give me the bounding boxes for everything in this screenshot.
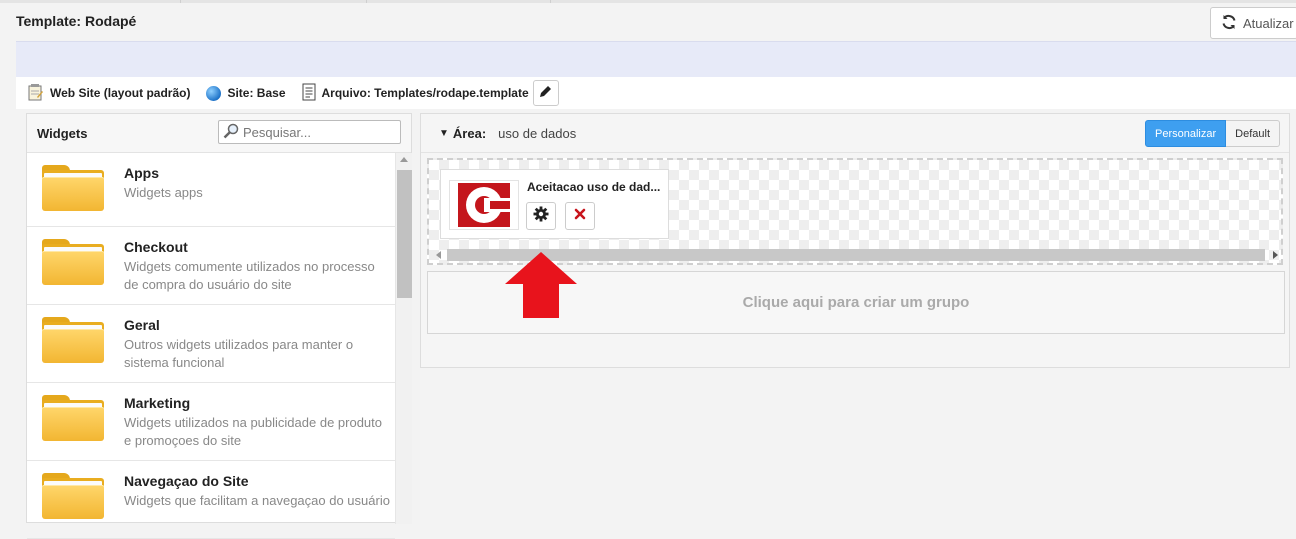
area-mode-toggle: Personalizar Default: [1145, 120, 1280, 147]
widget-title: Aceitacao uso de dad...: [527, 180, 661, 194]
category-name: Navegaçao do Site: [124, 473, 249, 489]
widget-settings-button[interactable]: [526, 202, 556, 230]
notepad-icon: [26, 83, 44, 104]
category-description: Outros widgets utilizados para manter o …: [124, 337, 354, 370]
page-title: Template: Rodapé: [16, 13, 137, 29]
search-icon: [223, 123, 239, 142]
category-name: Apps: [124, 165, 159, 181]
meta-file-label: Arquivo: Templates/rodape.template: [321, 86, 529, 100]
personalizar-button[interactable]: Personalizar: [1145, 120, 1227, 147]
scroll-thumb[interactable]: [397, 170, 412, 298]
edit-file-button[interactable]: [532, 80, 559, 106]
widget-logo: [449, 180, 519, 230]
widgets-panel-header: Widgets: [27, 114, 411, 153]
search-input[interactable]: [243, 124, 393, 140]
document-icon: [302, 83, 316, 104]
scroll-right-arrow-icon[interactable]: [1273, 251, 1278, 259]
category-description: Widgets apps: [124, 185, 203, 200]
title-bar: Template: Rodapé Atualizar: [0, 3, 1296, 41]
widget-category-list: Apps Widgets apps Checkout Widgets comum…: [27, 153, 395, 539]
scroll-up-arrow-icon[interactable]: [400, 157, 408, 162]
gear-icon: [533, 206, 549, 227]
folder-icon: [42, 473, 104, 519]
area-name: uso de dados: [498, 125, 577, 141]
meta-site: Site: Base: [206, 85, 286, 101]
refresh-label: Atualizar: [1243, 15, 1294, 31]
meta-file: Arquivo: Templates/rodape.template: [302, 83, 529, 104]
widgets-panel: Widgets Apps Widgets apps Checkout Widge…: [26, 113, 412, 539]
close-icon: [574, 207, 586, 225]
widget-search-box[interactable]: [218, 120, 401, 144]
folder-icon: [42, 239, 104, 285]
default-button[interactable]: Default: [1226, 120, 1280, 147]
category-name: Checkout: [124, 239, 188, 255]
category-description: Widgets que facilitam a navegaçao do usu…: [124, 493, 390, 508]
area-header: ▼ Área: uso de dados Personalizar Defaul…: [421, 114, 1289, 153]
globe-icon: [206, 85, 222, 101]
widget-category-apps[interactable]: Apps Widgets apps: [27, 153, 395, 227]
widget-category-marketing[interactable]: Marketing Widgets utilizados na publicid…: [27, 383, 395, 461]
category-name: Marketing: [124, 395, 191, 411]
widget-remove-button[interactable]: [565, 202, 595, 230]
meta-site-label: Site: Base: [227, 86, 286, 100]
area-label: Área:: [452, 125, 487, 141]
collapse-triangle-icon[interactable]: ▼: [439, 128, 449, 139]
refresh-icon: [1221, 14, 1237, 33]
red-up-arrow-annotation: [503, 250, 579, 325]
widget-drop-zone[interactable]: Aceitacao uso de dad...: [427, 158, 1283, 265]
folder-icon: [42, 395, 104, 441]
refresh-button[interactable]: Atualizar: [1210, 7, 1296, 39]
meta-website-label: Web Site (layout padrão): [50, 86, 191, 100]
folder-icon: [42, 165, 104, 211]
info-band: [16, 41, 1296, 77]
pencil-icon: [539, 85, 552, 101]
area-panel: ▼ Área: uso de dados Personalizar Defaul…: [420, 113, 1290, 368]
template-meta-bar: Web Site (layout padrão) Site: Base Arqu…: [16, 77, 1296, 109]
widget-category-navegacao[interactable]: Navegaçao do Site Widgets que facilitam …: [27, 461, 395, 539]
category-description: Widgets comumente utilizados no processo…: [124, 259, 375, 292]
meta-website: Web Site (layout padrão): [26, 83, 190, 104]
folder-icon: [42, 317, 104, 363]
widget-category-checkout[interactable]: Checkout Widgets comumente utilizados no…: [27, 227, 395, 305]
widget-category-geral[interactable]: Geral Outros widgets utilizados para man…: [27, 305, 395, 383]
category-name: Geral: [124, 317, 160, 333]
category-description: Widgets utilizados na publicidade de pro…: [124, 415, 383, 448]
widgets-panel-title: Widgets: [37, 125, 88, 141]
widget-list-scrollbar[interactable]: [395, 153, 412, 524]
scroll-left-arrow-icon[interactable]: [436, 251, 441, 259]
widget-card[interactable]: Aceitacao uso de dad...: [440, 169, 669, 239]
